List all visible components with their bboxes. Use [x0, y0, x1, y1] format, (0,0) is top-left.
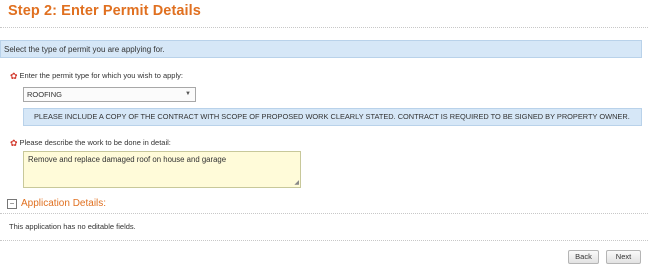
- required-star-icon: ✿: [10, 71, 18, 81]
- application-details-divider: [0, 213, 648, 214]
- resize-grip-icon[interactable]: ◢: [294, 180, 299, 186]
- step-title: Step 2: Enter Permit Details: [8, 3, 201, 19]
- permit-type-label: Enter the permit type for which you wish…: [19, 71, 183, 80]
- next-button[interactable]: Next: [606, 250, 641, 264]
- application-details-title: Application Details:: [21, 198, 107, 209]
- collapse-icon[interactable]: −: [7, 199, 17, 209]
- section-header: Select the type of permit you are applyi…: [0, 40, 642, 58]
- back-button[interactable]: Back: [568, 250, 599, 264]
- work-description-textarea[interactable]: Remove and replace damaged roof on house…: [23, 151, 301, 188]
- step-divider: [0, 27, 648, 28]
- permit-type-select[interactable]: ROOFING ▼: [23, 87, 196, 102]
- contract-notice: PLEASE INCLUDE A COPY OF THE CONTRACT WI…: [23, 108, 642, 126]
- work-description-label: Please describe the work to be done in d…: [19, 138, 171, 147]
- no-editable-fields-message: This application has no editable fields.: [9, 222, 136, 231]
- permit-type-label-row: ✿ Enter the permit type for which you wis…: [10, 71, 183, 82]
- work-description-label-row: ✿ Please describe the work to be done in …: [10, 138, 171, 149]
- footer-divider: [0, 240, 648, 241]
- permit-type-selected-value: ROOFING: [27, 90, 62, 99]
- application-details-header[interactable]: − Application Details:: [7, 198, 106, 209]
- required-star-icon: ✿: [10, 138, 18, 148]
- chevron-down-icon[interactable]: ▼: [185, 88, 191, 101]
- work-description-value: Remove and replace damaged roof on house…: [28, 155, 227, 164]
